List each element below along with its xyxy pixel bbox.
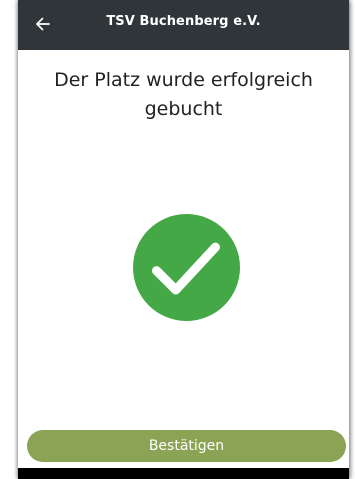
page-title: TSV Buchenberg e.V.	[106, 14, 261, 29]
success-message: Der Platz wurde erfolgreich gebucht	[54, 69, 313, 120]
bottom-edge-bar	[18, 468, 349, 479]
check-circle-icon	[133, 214, 240, 321]
app-screen: TSV Buchenberg e.V. Der Platz wurde erfo…	[18, 0, 349, 479]
app-bar: TSV Buchenberg e.V.	[18, 0, 349, 50]
confirm-button[interactable]: Bestätigen	[27, 430, 346, 462]
